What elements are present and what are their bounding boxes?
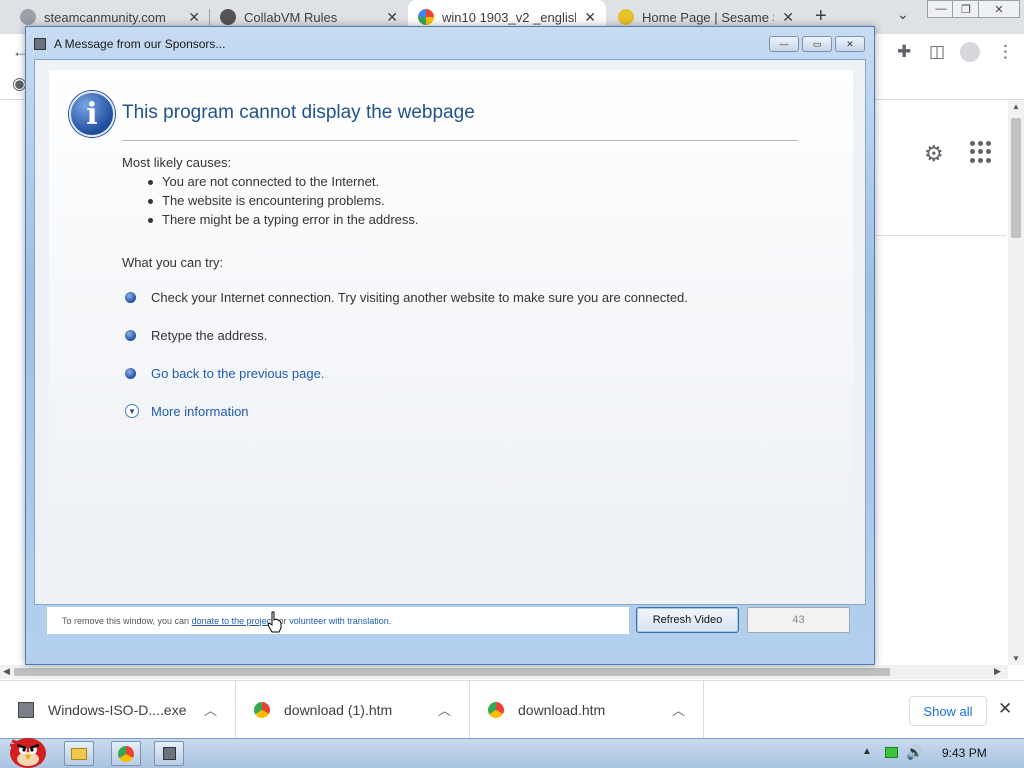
footer-text: .	[388, 615, 392, 626]
taskbar-clock[interactable]: 9:43 PM	[942, 746, 987, 760]
page-divider	[876, 235, 1006, 236]
scroll-left-icon[interactable]: ◀	[3, 666, 10, 677]
chevron-up-icon[interactable]: ︿	[672, 700, 685, 719]
download-name: download (1).htm	[284, 702, 393, 718]
try-text: Retype the address.	[151, 327, 268, 343]
battery-icon[interactable]	[885, 747, 898, 758]
heading-divider	[122, 140, 798, 141]
close-icon[interactable]: ✕	[584, 9, 596, 26]
window-icon	[162, 747, 176, 760]
collabvm-icon	[220, 9, 236, 25]
scroll-right-icon[interactable]: ▶	[994, 666, 1001, 677]
hand-cursor-icon	[267, 611, 282, 633]
vertical-scrollbar[interactable]: ▲ ▼	[1008, 100, 1024, 665]
causes-list: You are not connected to the Internet. T…	[148, 174, 419, 231]
download-shelf: Windows-ISO-D....exe ︿ download (1).htm …	[0, 680, 1024, 739]
more-information-toggle[interactable]: ▼ More information	[125, 401, 249, 421]
try-item-retype-address: Retype the address.	[125, 325, 267, 345]
refresh-video-button[interactable]: Refresh Video	[636, 607, 739, 633]
close-icon[interactable]: ✕	[188, 9, 200, 26]
menu-dots-icon[interactable]: ⋮	[997, 42, 1014, 62]
try-item-check-connection: Check your Internet connection. Try visi…	[125, 287, 688, 307]
volunteer-link[interactable]: volunteer with translation	[289, 616, 389, 626]
popup-title: A Message from our Sponsors...	[54, 37, 226, 51]
chevron-up-icon[interactable]: ︿	[204, 700, 217, 719]
close-icon[interactable]: ✕	[782, 9, 794, 26]
tab-title: win10 1903_v2 _english	[442, 9, 577, 25]
close-icon[interactable]: ✕	[386, 9, 398, 26]
tab-title: CollabVM Rules	[244, 9, 338, 25]
popup-close-button[interactable]: ✕	[835, 36, 865, 52]
window-icon	[34, 38, 46, 50]
error-page: i This program cannot display the webpag…	[49, 70, 853, 604]
download-name: download.htm	[518, 702, 606, 718]
popup-minimize-button[interactable]: —	[769, 36, 799, 52]
extensions-icon[interactable]: ✚	[897, 42, 911, 62]
start-button-icon[interactable]	[4, 731, 48, 768]
popup-maximize-button[interactable]: ▭	[802, 36, 832, 52]
footer-text: To remove this window, you can	[62, 615, 190, 626]
maximize-button[interactable]: ❐	[952, 0, 980, 18]
show-all-button[interactable]: Show all	[909, 696, 987, 726]
chrome-taskbar-button[interactable]	[111, 741, 141, 766]
scrollbar-thumb[interactable]	[1011, 118, 1021, 238]
sesame-street-icon	[618, 9, 634, 25]
new-tab-button[interactable]: +	[815, 5, 827, 28]
popup-taskbar-button[interactable]	[154, 741, 184, 766]
list-item: You are not connected to the Internet.	[148, 174, 419, 193]
chrome-icon	[488, 702, 504, 718]
scroll-up-icon[interactable]: ▲	[1012, 102, 1020, 111]
countdown-button: 43	[747, 607, 850, 633]
download-item[interactable]: download (1).htm ︿	[236, 681, 470, 739]
sponsor-popup-window: A Message from our Sponsors... — ▭ ✕ i T…	[25, 26, 875, 665]
info-icon: i	[69, 91, 115, 137]
download-name: Windows-ISO-D....exe	[48, 702, 187, 718]
volume-icon[interactable]: 🔊	[906, 744, 923, 761]
chevron-up-icon[interactable]: ︿	[438, 700, 451, 719]
error-heading: This program cannot display the webpage	[122, 102, 475, 123]
tray-expand-icon[interactable]: ▲	[862, 746, 872, 757]
globe-icon	[20, 9, 36, 25]
minimize-button[interactable]: —	[927, 0, 955, 18]
bullet-icon	[125, 367, 136, 379]
list-item: There might be a typing error in the add…	[148, 212, 419, 231]
try-item-go-back[interactable]: Go back to the previous page.	[125, 363, 324, 383]
popup-titlebar[interactable]: A Message from our Sponsors...	[34, 35, 225, 53]
close-window-button[interactable]: ✕	[978, 0, 1020, 18]
profile-avatar[interactable]	[960, 42, 980, 62]
popup-footer: To remove this window, you can donate to…	[47, 607, 629, 634]
horizontal-scrollbar[interactable]: ◀ ▶	[0, 665, 1008, 679]
apps-grid-icon[interactable]	[970, 141, 992, 163]
popup-content-area: i This program cannot display the webpag…	[34, 59, 866, 605]
bullet-icon	[125, 329, 136, 341]
causes-label: Most likely causes:	[122, 155, 232, 170]
more-information-link[interactable]: More information	[151, 404, 249, 419]
tab-title: steamcanmunity.com	[44, 9, 166, 25]
exe-file-icon	[18, 702, 34, 718]
tab-search-icon[interactable]: ⌄	[897, 6, 909, 23]
scroll-down-icon[interactable]: ▼	[1012, 654, 1020, 663]
explorer-taskbar-button[interactable]	[64, 741, 94, 766]
settings-gear-icon[interactable]: ⚙	[924, 141, 944, 167]
taskbar: ▲ 🔊 9:43 PM	[0, 738, 1024, 768]
folder-icon	[71, 747, 87, 760]
side-panel-icon[interactable]: ◫	[929, 42, 945, 62]
tab-title: Home Page | Sesame Street	[642, 9, 774, 25]
download-item[interactable]: download.htm ︿	[470, 681, 704, 739]
try-label: What you can try:	[122, 255, 224, 270]
chrome-icon	[254, 702, 270, 718]
chrome-icon	[118, 745, 134, 762]
try-text: Check your Internet connection. Try visi…	[151, 289, 688, 305]
close-shelf-button[interactable]: ✕	[998, 699, 1012, 719]
chevron-down-icon[interactable]: ▼	[125, 404, 139, 418]
donate-link[interactable]: donate to the project	[192, 616, 274, 626]
scrollbar-thumb[interactable]	[14, 668, 890, 676]
bullet-icon	[125, 291, 136, 303]
go-back-link[interactable]: Go back to the previous page.	[151, 366, 324, 381]
google-icon	[418, 9, 434, 25]
list-item: The website is encountering problems.	[148, 193, 419, 212]
